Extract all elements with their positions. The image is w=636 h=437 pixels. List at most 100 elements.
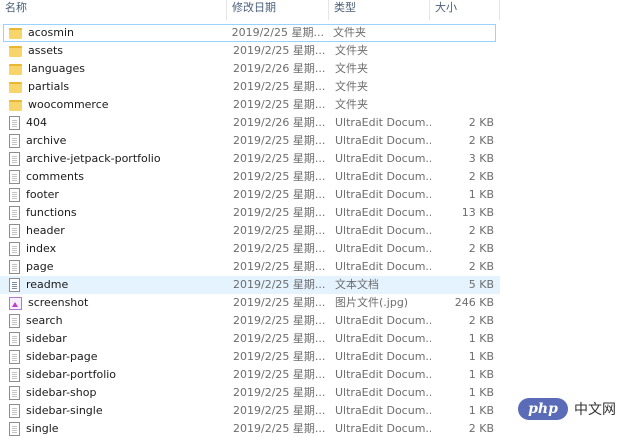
file-row[interactable]: sidebar-single 2019/2/25 星期... UltraEdit D… [0,402,500,420]
folder-icon [9,45,22,57]
file-name-cell: sidebar [1,331,228,347]
column-header-bar: 名称 修改日期 类型 大小 [0,0,500,20]
file-row[interactable]: acosmin 2019/2/25 星期... 文件夹 [3,24,496,42]
file-size: 2 KB [468,134,494,147]
file-name: sidebar-shop [26,386,97,399]
file-row[interactable]: comments 2019/2/25 星期... UltraEdit Docum..… [0,168,500,186]
image-icon [9,296,22,310]
file-row[interactable]: readme 2019/2/25 星期... 文本文档 5 KB [0,276,500,294]
file-row[interactable]: page 2019/2/25 星期... UltraEdit Docum... 2 K… [0,258,500,276]
file-name: acosmin [28,26,74,39]
file-name-cell: index [1,241,228,257]
file-row[interactable]: partials 2019/2/25 星期... 文件夹 [0,78,500,96]
file-name-cell: comments [1,169,228,185]
column-header-size[interactable]: 大小 [430,0,500,20]
file-name-cell: archive [1,133,228,149]
file-type: UltraEdit Docum... [335,188,431,201]
column-header-type[interactable]: 类型 [329,0,430,20]
file-date-modified: 2019/2/25 星期... [233,44,326,57]
file-date-modified: 2019/2/25 星期... [233,260,326,273]
file-name: index [26,242,57,255]
file-date-modified: 2019/2/25 星期... [233,368,326,381]
file-date-modified: 2019/2/25 星期... [233,170,326,183]
file-size: 3 KB [468,152,494,165]
file-name: 404 [26,116,47,129]
file-size: 2 KB [468,422,494,435]
file-row[interactable]: woocommerce 2019/2/25 星期... 文件夹 [0,96,500,114]
file-name: woocommerce [28,98,109,111]
document-icon [9,188,20,202]
file-type: UltraEdit Docum... [335,152,431,165]
file-row[interactable]: search 2019/2/25 星期... UltraEdit Docum... 2… [0,312,500,330]
file-date-modified: 2019/2/25 星期... [231,26,324,39]
file-size: 2 KB [468,224,494,237]
file-row[interactable]: footer 2019/2/25 星期... UltraEdit Docum... 1… [0,186,500,204]
file-name: single [26,422,59,435]
file-type: UltraEdit Docum... [335,314,431,327]
file-name-cell: header [1,223,228,239]
file-row[interactable]: sidebar-page 2019/2/25 星期... UltraEdit Doc… [0,348,500,366]
file-row[interactable]: languages 2019/2/26 星期... 文件夹 [0,60,500,78]
file-row[interactable]: sidebar 2019/2/25 星期... UltraEdit Docum...… [0,330,500,348]
file-row[interactable]: 404 2019/2/26 星期... UltraEdit Docum... 2 KB [0,114,500,132]
file-size: 246 KB [454,296,494,309]
file-size: 1 KB [468,188,494,201]
file-row[interactable]: archive-jetpack-portfolio 2019/2/25 星期...… [0,150,500,168]
file-name-cell: page [1,259,228,275]
file-type: UltraEdit Docum... [335,170,431,183]
file-row[interactable]: header 2019/2/25 星期... UltraEdit Docum... 2… [0,222,500,240]
file-type: UltraEdit Docum... [335,404,431,417]
file-row[interactable]: assets 2019/2/25 星期... 文件夹 [0,42,500,60]
file-name: languages [28,62,85,75]
file-name-cell: sidebar-shop [1,385,228,401]
file-name-cell: search [1,313,228,329]
file-name-cell: footer [1,187,228,203]
file-name: comments [26,170,84,183]
column-header-name[interactable]: 名称 [0,0,227,20]
file-size [431,43,498,59]
file-size [431,61,498,77]
file-name: sidebar-page [26,350,98,363]
file-type: 图片文件(.jpg) [335,296,409,309]
file-row[interactable]: functions 2019/2/25 星期... UltraEdit Docum.… [0,204,500,222]
file-name-cell: assets [1,43,228,59]
file-size: 1 KB [468,368,494,381]
document-icon [9,242,20,256]
file-type: UltraEdit Docum... [335,422,431,435]
file-date-modified: 2019/2/26 星期... [233,62,326,75]
file-name-cell: readme [1,277,228,293]
file-name-cell: 404 [1,115,228,131]
file-name: header [26,224,65,237]
file-date-modified: 2019/2/25 星期... [233,152,326,165]
document-icon [9,350,20,364]
file-type: 文件夹 [333,26,366,39]
file-name: functions [26,206,77,219]
file-row[interactable]: sidebar-portfolio 2019/2/25 星期... UltraEdi… [0,366,500,384]
file-size: 2 KB [468,116,494,129]
file-date-modified: 2019/2/25 星期... [233,350,326,363]
file-row[interactable]: screenshot 2019/2/25 星期... 图片文件(.jpg) 246 K… [0,294,500,312]
column-header-date-modified[interactable]: 修改日期 [227,0,329,20]
document-icon [9,152,20,166]
file-row[interactable]: sidebar-shop 2019/2/25 星期... UltraEdit Doc… [0,384,500,402]
file-name-cell: acosmin [4,25,227,41]
file-date-modified: 2019/2/25 星期... [233,80,326,93]
file-name: partials [28,80,70,93]
file-name-cell: sidebar-single [1,403,228,419]
php-logo: php [518,398,568,420]
file-date-modified: 2019/2/26 星期... [233,116,326,129]
file-name-cell: archive-jetpack-portfolio [1,151,228,167]
file-type: UltraEdit Docum... [335,134,431,147]
file-type: 文件夹 [335,98,368,111]
file-size [431,97,498,113]
file-row[interactable]: archive 2019/2/25 星期... UltraEdit Docum...… [0,132,500,150]
file-size: 1 KB [468,404,494,417]
file-date-modified: 2019/2/25 星期... [233,224,326,237]
file-size: 1 KB [468,350,494,363]
folder-icon [9,63,22,75]
file-date-modified: 2019/2/25 星期... [233,206,326,219]
document-icon [9,332,20,346]
file-type: UltraEdit Docum... [335,224,431,237]
file-row[interactable]: single 2019/2/25 星期... UltraEdit Docum... 2… [0,420,500,437]
file-row[interactable]: index 2019/2/25 星期... UltraEdit Docum... 2 … [0,240,500,258]
